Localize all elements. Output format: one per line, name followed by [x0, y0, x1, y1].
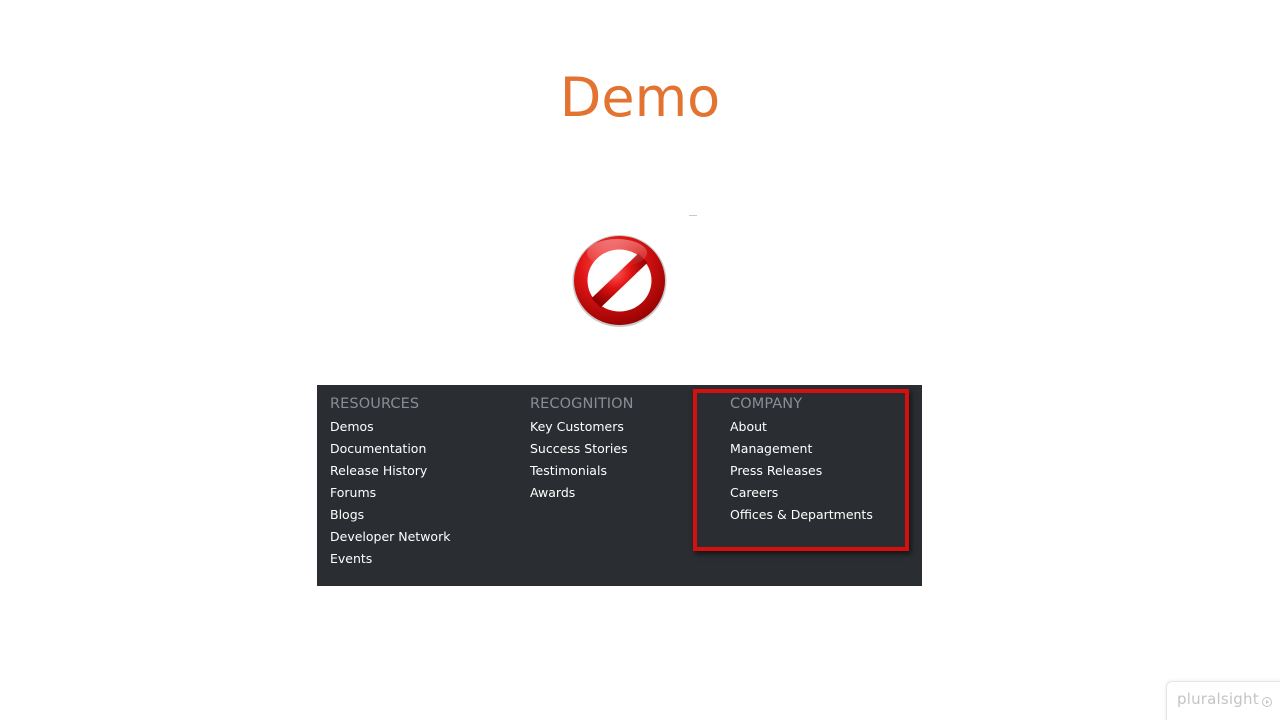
play-circle-icon	[1262, 697, 1272, 707]
divider-mark	[689, 215, 697, 216]
footer-link-events[interactable]: Events	[330, 548, 450, 570]
column-heading: RESOURCES	[330, 396, 420, 412]
footer-link-management[interactable]: Management	[730, 438, 873, 460]
slide-title: Demo	[559, 66, 721, 129]
slide: Demo RESOURCES Demos Documentation Relea…	[0, 0, 1280, 720]
link-list: Key Customers Success Stories Testimonia…	[530, 416, 634, 504]
brand-logo: pluralsight	[1177, 690, 1259, 708]
footer-link-forums[interactable]: Forums	[330, 482, 450, 504]
footer-link-press-releases[interactable]: Press Releases	[730, 460, 873, 482]
site-footer: RESOURCES Demos Documentation Release Hi…	[317, 385, 922, 586]
footer-column-resources: RESOURCES Demos Documentation Release Hi…	[330, 394, 450, 570]
footer-link-offices-departments[interactable]: Offices & Departments	[730, 504, 873, 526]
footer-link-careers[interactable]: Careers	[730, 482, 873, 504]
footer-link-developer-network[interactable]: Developer Network	[330, 526, 450, 548]
footer-column-company: COMPANY About Management Press Releases …	[730, 394, 873, 526]
footer-link-awards[interactable]: Awards	[530, 482, 634, 504]
footer-link-testimonials[interactable]: Testimonials	[530, 460, 634, 482]
column-heading: RECOGNITION	[530, 396, 634, 412]
footer-column-recognition: RECOGNITION Key Customers Success Storie…	[530, 394, 634, 504]
footer-link-blogs[interactable]: Blogs	[330, 504, 450, 526]
footer-link-documentation[interactable]: Documentation	[330, 438, 450, 460]
footer-link-demos[interactable]: Demos	[330, 416, 450, 438]
footer-link-release-history[interactable]: Release History	[330, 460, 450, 482]
footer-link-success-stories[interactable]: Success Stories	[530, 438, 634, 460]
footer-link-about[interactable]: About	[730, 416, 873, 438]
link-list: Demos Documentation Release History Foru…	[330, 416, 450, 570]
no-entry-icon	[572, 235, 667, 327]
brand-watermark: pluralsight	[1166, 681, 1280, 720]
footer-link-key-customers[interactable]: Key Customers	[530, 416, 634, 438]
link-list: About Management Press Releases Careers …	[730, 416, 873, 526]
column-heading: COMPANY	[730, 396, 803, 412]
